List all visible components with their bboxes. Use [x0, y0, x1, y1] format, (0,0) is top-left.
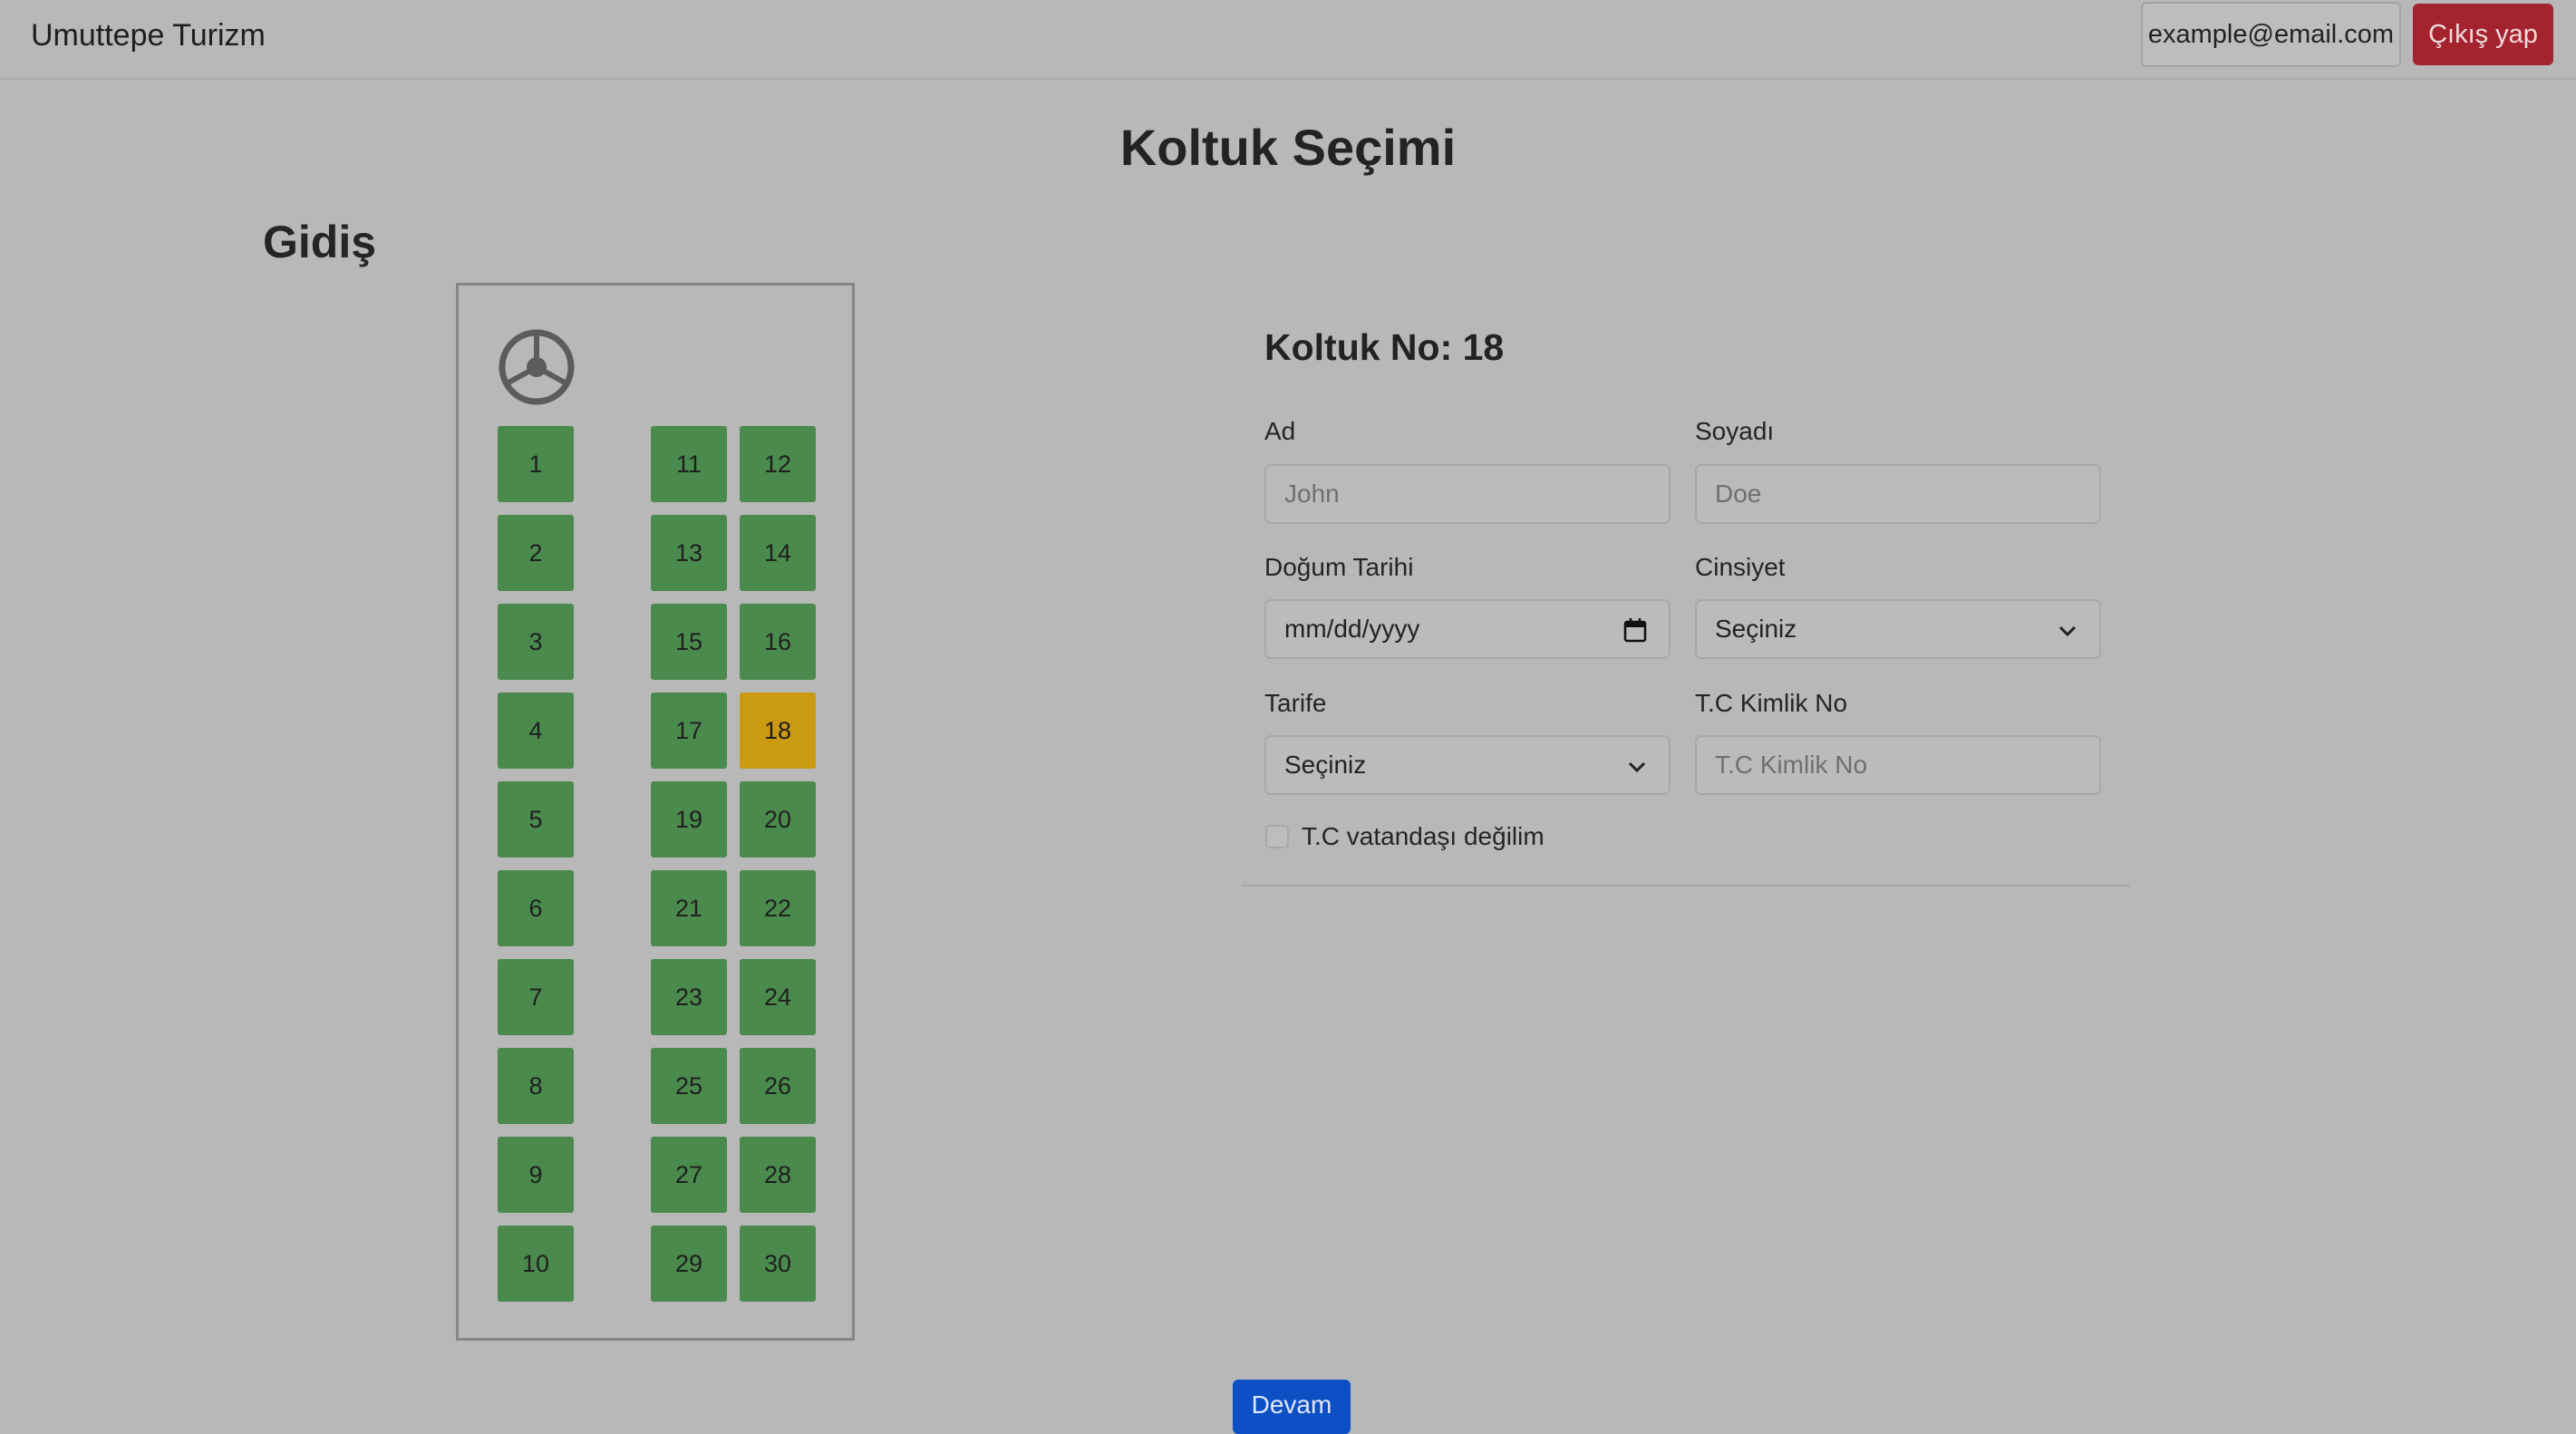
first-name-input[interactable]: John	[1264, 464, 1671, 524]
birth-date-input[interactable]: mm/dd/yyyy	[1264, 599, 1671, 659]
tariff-select[interactable]: Seçiniz	[1264, 735, 1671, 795]
seat-6[interactable]: 6	[498, 870, 574, 946]
seat-7[interactable]: 7	[498, 959, 574, 1035]
seat-30[interactable]: 30	[740, 1226, 816, 1302]
section-title-departure: Gidiş	[263, 217, 377, 267]
gender-label: Cinsiyet	[1695, 553, 1786, 581]
tariff-selected-value: Seçiniz	[1284, 751, 1367, 779]
tc-no-input[interactable]: T.C Kimlik No	[1695, 735, 2101, 795]
chevron-down-icon	[1628, 761, 1646, 773]
form-divider	[1242, 885, 2130, 887]
seat-9[interactable]: 9	[498, 1137, 574, 1213]
seat-3[interactable]: 3	[498, 604, 574, 680]
gender-selected-value: Seçiniz	[1715, 615, 1797, 643]
seat-number-heading: Koltuk No: 18	[1264, 326, 1505, 368]
seat-26[interactable]: 26	[740, 1048, 816, 1124]
seat-22[interactable]: 22	[740, 870, 816, 946]
logout-button[interactable]: Çıkış yap	[2413, 4, 2553, 65]
first-name-label: Ad	[1264, 417, 1296, 445]
seat-15[interactable]: 15	[651, 604, 727, 680]
seat-23[interactable]: 23	[651, 959, 727, 1035]
seat-14[interactable]: 14	[740, 515, 816, 591]
seat-28[interactable]: 28	[740, 1137, 816, 1213]
calendar-icon[interactable]	[1623, 617, 1647, 643]
seat-12[interactable]: 12	[740, 426, 816, 502]
continue-button[interactable]: Devam	[1233, 1380, 1351, 1434]
seat-4[interactable]: 4	[498, 693, 574, 769]
seat-19[interactable]: 19	[651, 781, 727, 857]
seat-5[interactable]: 5	[498, 781, 574, 857]
steering-wheel-icon	[499, 329, 575, 405]
seat-27[interactable]: 27	[651, 1137, 727, 1213]
bus-seat-map: 1 2 3 4 5 6 7 8 9 10 11 13 15 17 19 21 23 25 27 29 12 14 16 18 2…	[456, 283, 855, 1341]
seat-24[interactable]: 24	[740, 959, 816, 1035]
seat-18[interactable]: 18	[740, 693, 816, 769]
seat-21[interactable]: 21	[651, 870, 727, 946]
birth-date-value: mm/dd/yyyy	[1284, 615, 1420, 643]
not-citizen-label[interactable]: T.C vatandaşı değilim	[1302, 822, 1545, 851]
top-navbar: Umuttepe Turizm example@email.com Çıkış …	[0, 0, 2576, 80]
not-citizen-checkbox[interactable]	[1265, 825, 1289, 848]
tc-no-label: T.C Kimlik No	[1695, 689, 1848, 717]
seat-17[interactable]: 17	[651, 693, 727, 769]
seat-2[interactable]: 2	[498, 515, 574, 591]
seat-11[interactable]: 11	[651, 426, 727, 502]
brand-name[interactable]: Umuttepe Turizm	[31, 18, 266, 53]
seat-13[interactable]: 13	[651, 515, 727, 591]
page-title: Koltuk Seçimi	[1119, 119, 1457, 176]
seat-20[interactable]: 20	[740, 781, 816, 857]
last-name-label: Soyadı	[1695, 417, 1775, 445]
chevron-down-icon	[2058, 625, 2077, 637]
seat-16[interactable]: 16	[740, 604, 816, 680]
birth-date-label: Doğum Tarihi	[1264, 553, 1414, 581]
seat-8[interactable]: 8	[498, 1048, 574, 1124]
last-name-input[interactable]: Doe	[1695, 464, 2101, 524]
gender-select[interactable]: Seçiniz	[1695, 599, 2101, 659]
seat-10[interactable]: 10	[498, 1226, 574, 1302]
seat-29[interactable]: 29	[651, 1226, 727, 1302]
seat-25[interactable]: 25	[651, 1048, 727, 1124]
seat-1[interactable]: 1	[498, 426, 574, 502]
tariff-label: Tarife	[1264, 689, 1327, 717]
user-email-button[interactable]: example@email.com	[2141, 2, 2401, 67]
